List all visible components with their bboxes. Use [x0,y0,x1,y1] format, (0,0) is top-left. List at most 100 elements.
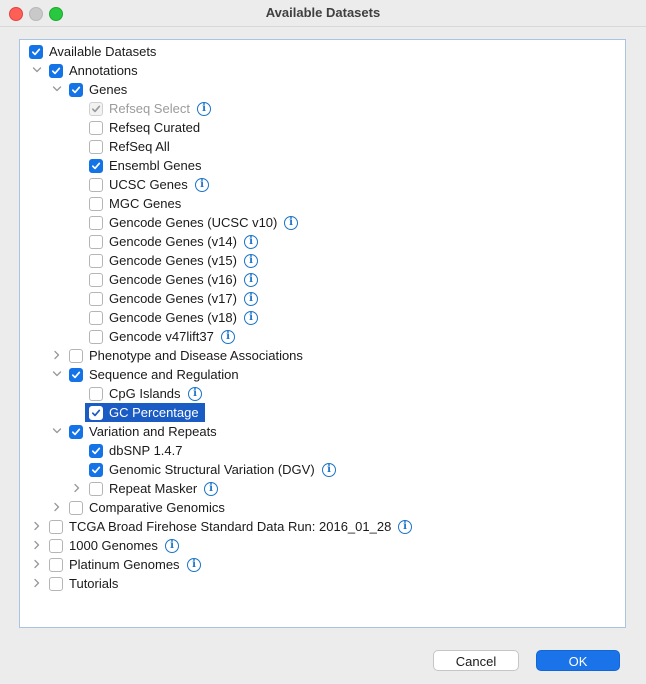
tree-item-label[interactable]: Refseq Curated [109,118,200,137]
checkbox-gencode-genes-ucsc-v10[interactable] [89,215,103,230]
chevron-right-icon[interactable] [51,349,63,361]
tree-item-label[interactable]: Sequence and Regulation [89,365,239,384]
tree-item-label[interactable]: Gencode Genes (v18) [109,308,237,327]
checkbox-comparative-genomics[interactable] [69,500,83,515]
chevron-down-icon[interactable] [51,83,63,95]
chevron-down-icon[interactable] [51,425,63,437]
tree-row-comparative-genomics[interactable]: Comparative Genomics [20,498,625,517]
info-icon[interactable]: i [244,272,258,287]
tree-row-ensembl-genes[interactable]: Ensembl Genes [20,156,625,175]
tree-row-refseq-select[interactable]: Refseq Select i [20,99,625,118]
info-icon[interactable]: i [195,177,209,192]
checkbox-gencode-v47lift37[interactable] [89,329,103,344]
tree-item-label[interactable]: Available Datasets [49,42,156,61]
info-icon[interactable]: i [165,538,179,553]
tree-item-label[interactable]: Gencode Genes (v15) [109,251,237,270]
chevron-right-icon[interactable] [31,558,43,570]
info-icon[interactable]: i [187,557,201,572]
checkbox-genomic-structural-variation-dgv[interactable] [89,462,103,477]
checkbox-ucsc-genes[interactable] [89,177,103,192]
tree-row-gencode-genes-v16[interactable]: Gencode Genes (v16) i [20,270,625,289]
info-icon[interactable]: i [322,462,336,477]
info-icon[interactable]: i [244,234,258,249]
tree-item-label[interactable]: Comparative Genomics [89,498,225,517]
info-icon[interactable]: i [244,253,258,268]
tree-row-mgc-genes[interactable]: MGC Genes [20,194,625,213]
tree-row-refseq-curated[interactable]: Refseq Curated [20,118,625,137]
checkbox-gencode-genes-v17[interactable] [89,291,103,306]
info-icon[interactable]: i [188,386,202,401]
tree-row-cpg-islands[interactable]: CpG Islands i [20,384,625,403]
tree-row-platinum-genomes[interactable]: Platinum Genomes i [20,555,625,574]
tree-item-label[interactable]: Ensembl Genes [109,156,202,175]
checkbox-available-datasets[interactable] [29,44,43,59]
checkbox-platinum-genomes[interactable] [49,557,63,572]
checkbox-gencode-genes-v14[interactable] [89,234,103,249]
tree-item-label[interactable]: Gencode Genes (v16) [109,270,237,289]
tree-row-dbsnp-1-4-7[interactable]: dbSNP 1.4.7 [20,441,625,460]
tree-row-gencode-genes-ucsc-v10[interactable]: Gencode Genes (UCSC v10) i [20,213,625,232]
checkbox-ensembl-genes[interactable] [89,158,103,173]
checkbox-repeat-masker[interactable] [89,481,103,496]
tree-item-label[interactable]: 1000 Genomes [69,536,158,555]
checkbox-gencode-genes-v18[interactable] [89,310,103,325]
chevron-right-icon[interactable] [71,482,83,494]
tree-row-tutorials[interactable]: Tutorials [20,574,625,593]
tree-row-tcga-broad-firehose-standard-data-run-2016-01-28[interactable]: TCGA Broad Firehose Standard Data Run: 2… [20,517,625,536]
checkbox-gencode-genes-v16[interactable] [89,272,103,287]
tree-item-label[interactable]: Repeat Masker [109,479,197,498]
tree-row-ucsc-genes[interactable]: UCSC Genes i [20,175,625,194]
checkbox-gc-percentage[interactable] [89,405,103,420]
tree-row-available-datasets[interactable]: Available Datasets [20,42,625,61]
info-icon[interactable]: i [284,215,298,230]
tree-row-genes[interactable]: Genes [20,80,625,99]
tree-item-label[interactable]: Tutorials [69,574,118,593]
info-icon[interactable]: i [204,481,218,496]
chevron-right-icon[interactable] [31,577,43,589]
tree-item-label[interactable]: Phenotype and Disease Associations [89,346,303,365]
info-icon[interactable]: i [244,310,258,325]
chevron-right-icon[interactable] [31,539,43,551]
tree-row-gencode-genes-v15[interactable]: Gencode Genes (v15) i [20,251,625,270]
chevron-right-icon[interactable] [31,520,43,532]
chevron-down-icon[interactable] [51,368,63,380]
tree-row-annotations[interactable]: Annotations [20,61,625,80]
tree-item-label[interactable]: MGC Genes [109,194,181,213]
checkbox-gencode-genes-v15[interactable] [89,253,103,268]
tree-row-gencode-v47lift37[interactable]: Gencode v47lift37 i [20,327,625,346]
tree-row-sequence-and-regulation[interactable]: Sequence and Regulation [20,365,625,384]
ok-button[interactable]: OK [536,650,620,671]
dataset-tree[interactable]: Available Datasets Annotations Genes Refseq… [19,39,626,628]
info-icon[interactable]: i [398,519,412,534]
tree-item-label[interactable]: Refseq Select [109,99,190,118]
tree-item-label[interactable]: TCGA Broad Firehose Standard Data Run: 2… [69,517,391,536]
chevron-down-icon[interactable] [31,64,43,76]
tree-item-label[interactable]: Platinum Genomes [69,555,180,574]
tree-row-gc-percentage[interactable]: GC Percentage [20,403,625,422]
tree-item-label[interactable]: CpG Islands [109,384,181,403]
tree-item-label[interactable]: Variation and Repeats [89,422,217,441]
checkbox-sequence-and-regulation[interactable] [69,367,83,382]
tree-item-label[interactable]: Gencode Genes (v17) [109,289,237,308]
tree-item-label[interactable]: GC Percentage [109,403,199,422]
tree-item-label[interactable]: Gencode v47lift37 [109,327,214,346]
info-icon[interactable]: i [244,291,258,306]
checkbox-phenotype-and-disease-associations[interactable] [69,348,83,363]
tree-row-variation-and-repeats[interactable]: Variation and Repeats [20,422,625,441]
checkbox-annotations[interactable] [49,63,63,78]
checkbox-refseq-all[interactable] [89,139,103,154]
tree-row-genomic-structural-variation-dgv[interactable]: Genomic Structural Variation (DGV) i [20,460,625,479]
cancel-button[interactable]: Cancel [433,650,519,671]
tree-item-label[interactable]: RefSeq All [109,137,170,156]
checkbox-variation-and-repeats[interactable] [69,424,83,439]
tree-row-gencode-genes-v17[interactable]: Gencode Genes (v17) i [20,289,625,308]
tree-item-label[interactable]: Annotations [69,61,138,80]
tree-row-gencode-genes-v14[interactable]: Gencode Genes (v14) i [20,232,625,251]
checkbox-tcga-broad-firehose-standard-data-run-2016-01-28[interactable] [49,519,63,534]
chevron-right-icon[interactable] [51,501,63,513]
checkbox-cpg-islands[interactable] [89,386,103,401]
checkbox-dbsnp-1-4-7[interactable] [89,443,103,458]
tree-item-label[interactable]: dbSNP 1.4.7 [109,441,182,460]
tree-item-label[interactable]: Gencode Genes (v14) [109,232,237,251]
tree-item-label[interactable]: Gencode Genes (UCSC v10) [109,213,277,232]
